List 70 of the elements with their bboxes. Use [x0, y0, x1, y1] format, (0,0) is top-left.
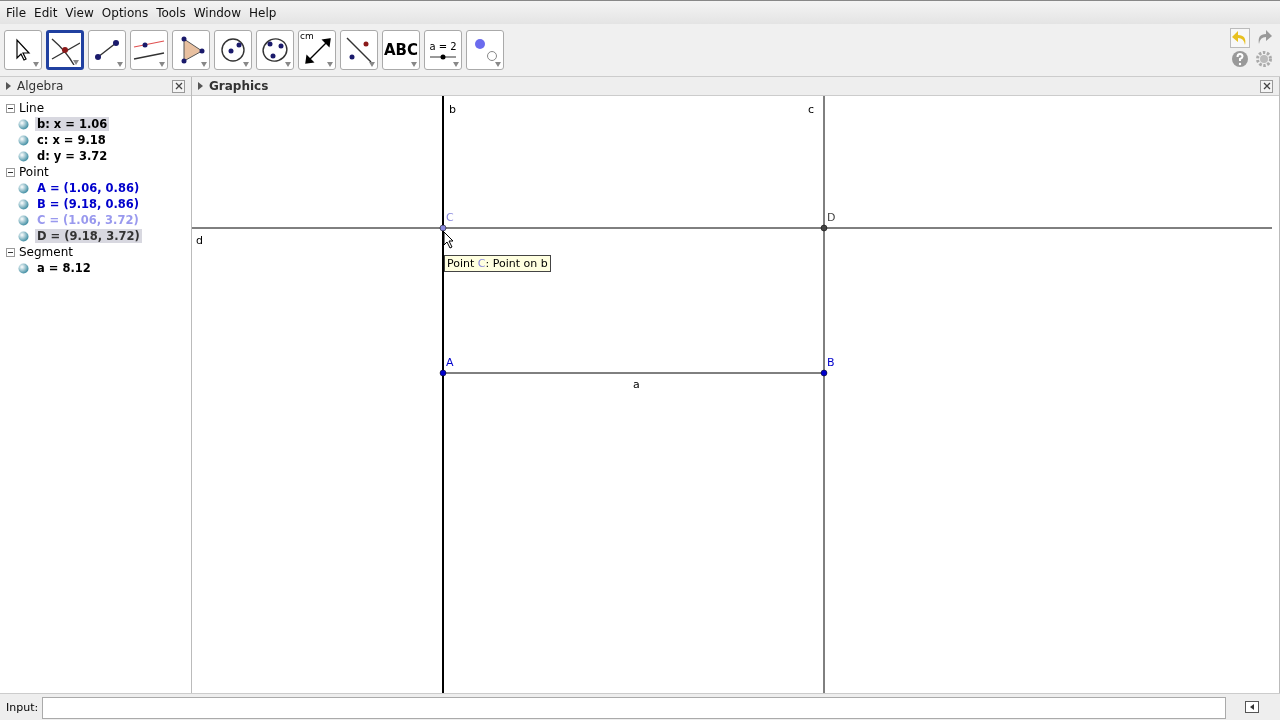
tooltip: Point C: Point on b [444, 255, 551, 272]
point-label: B [827, 356, 835, 369]
point-dot[interactable] [439, 224, 447, 232]
input-label: Input: [6, 701, 39, 714]
reflect-line-icon [344, 35, 374, 65]
input-field[interactable] [42, 696, 1226, 719]
menu-item[interactable]: Options [97, 5, 153, 20]
segment-icon [92, 37, 122, 63]
line-label: d [196, 234, 203, 247]
visibility-ball-icon[interactable] [18, 134, 29, 146]
point-label: C [446, 211, 454, 224]
line-label: c [808, 103, 815, 116]
segment-label: a [633, 378, 640, 391]
expand-icon[interactable] [6, 82, 11, 90]
panel-title: Algebra [17, 79, 64, 93]
object-definition[interactable]: D = (9.18, 3.72) [35, 229, 142, 243]
arrow-cursor-icon [15, 38, 31, 62]
tool-button[interactable]: a = 2 [424, 30, 462, 70]
collapse-icon[interactable] [6, 167, 15, 177]
visibility-ball-icon[interactable] [18, 150, 29, 162]
circle-icon [219, 36, 247, 64]
visibility-ball-icon[interactable] [18, 118, 29, 130]
collapse-icon[interactable] [6, 103, 15, 113]
tool-button[interactable] [214, 30, 252, 70]
tool-button[interactable]: ABC [382, 30, 420, 70]
category-label: Line [19, 101, 44, 115]
menu-item[interactable]: File [2, 5, 31, 20]
point-dot[interactable] [820, 369, 828, 377]
point-dot[interactable] [820, 224, 828, 232]
tool-button[interactable] [88, 30, 126, 70]
parallel-lines-icon [133, 38, 165, 62]
tool-button[interactable] [130, 30, 168, 70]
expand-icon[interactable] [198, 82, 203, 90]
object-definition[interactable]: A = (1.06, 0.86) [35, 181, 142, 195]
slider-icon [430, 53, 456, 60]
panel-title: Graphics [209, 79, 269, 93]
mouse-cursor-icon [443, 231, 455, 249]
category-label: Segment [19, 245, 73, 259]
tool-button[interactable] [256, 30, 294, 70]
collapse-icon[interactable] [6, 247, 15, 257]
line-label: b [449, 103, 456, 116]
visibility-ball-icon[interactable] [18, 230, 29, 242]
tool-button[interactable] [4, 30, 42, 70]
tool-button[interactable] [46, 30, 84, 70]
tool-button[interactable] [340, 30, 378, 70]
object-definition[interactable]: d: y = 3.72 [35, 149, 110, 163]
menu-item[interactable]: Help [245, 5, 281, 20]
object-definition[interactable]: b: x = 1.06 [35, 117, 110, 131]
point-label: A [446, 356, 454, 369]
intersection-icon [50, 35, 80, 65]
close-button[interactable] [172, 79, 185, 93]
tool-button[interactable] [172, 30, 210, 70]
menu-item[interactable]: View [61, 5, 98, 20]
category-label: Point [19, 165, 49, 179]
help-button[interactable] [1230, 50, 1250, 70]
menu-item[interactable]: Window [189, 5, 246, 20]
visibility-ball-icon[interactable] [18, 198, 29, 210]
point-label: D [827, 211, 836, 224]
keyboard-toggle-button[interactable] [1244, 700, 1260, 715]
object-definition[interactable]: a = 8.12 [35, 261, 93, 275]
visibility-ball-icon[interactable] [18, 214, 29, 226]
menu-item[interactable]: Tools [152, 5, 190, 20]
close-button[interactable] [1260, 79, 1273, 93]
object-definition[interactable]: c: x = 9.18 [35, 133, 108, 147]
menu-item[interactable]: Edit [30, 5, 62, 20]
visibility-ball-icon[interactable] [18, 182, 29, 194]
visibility-ball-icon[interactable] [18, 262, 29, 274]
point-dot[interactable] [439, 369, 447, 377]
ellipse-icon [260, 36, 290, 64]
object-definition[interactable]: B = (9.18, 0.86) [35, 197, 142, 211]
